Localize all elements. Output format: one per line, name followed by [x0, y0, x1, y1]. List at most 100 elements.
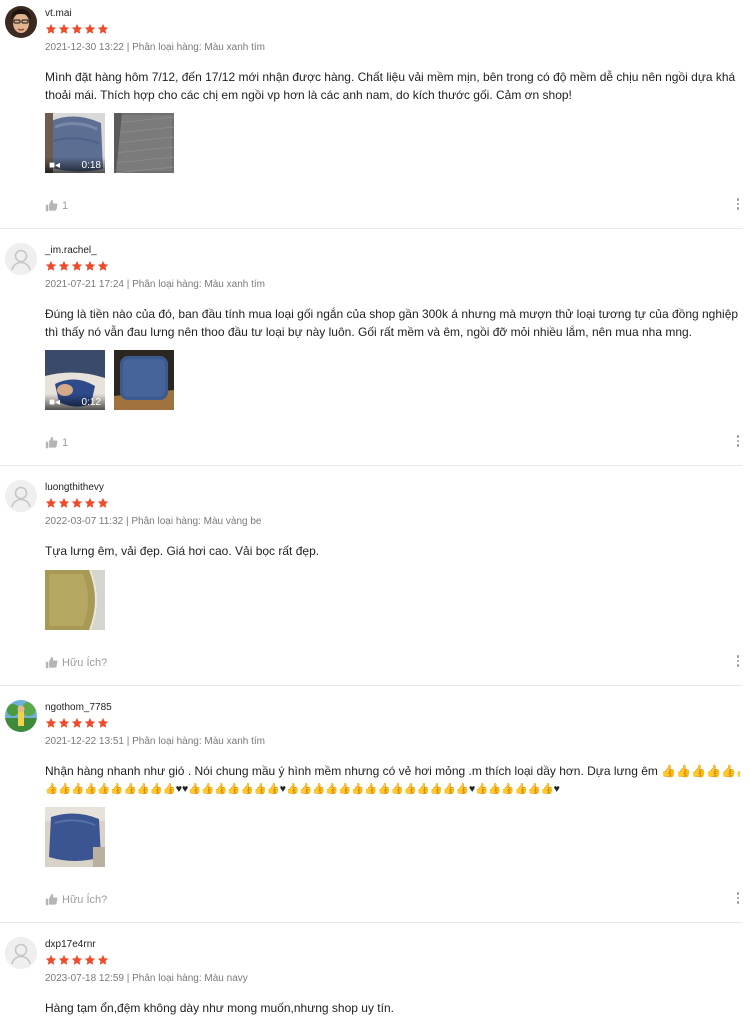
review-video-thumbnail[interactable]: ■◂ 0:12	[45, 350, 105, 410]
star-icon	[58, 260, 70, 272]
star-icon	[97, 23, 109, 35]
review-meta: 2021-07-21 17:24 | Phân loại hàng: Màu x…	[45, 279, 265, 290]
star-icon	[71, 23, 83, 35]
rating-stars	[45, 23, 109, 35]
review-media: ■◂ 0:18	[45, 113, 174, 173]
star-icon	[84, 497, 96, 509]
like-button[interactable]: 1	[45, 436, 68, 449]
avatar-photo-icon	[5, 6, 37, 38]
star-icon	[71, 717, 83, 729]
divider	[0, 922, 742, 923]
review-variation: Phân loại hàng: Màu navy	[132, 973, 248, 984]
avatar[interactable]	[5, 243, 37, 275]
more-options-button[interactable]	[734, 435, 742, 449]
star-icon	[71, 260, 83, 272]
avatar[interactable]	[5, 700, 37, 732]
review-item: ngothom_7785 2021-12-22 13:51 | Phân loạ…	[0, 694, 750, 923]
review-date: 2021-12-22 13:51	[45, 736, 124, 747]
like-button[interactable]: 1	[45, 199, 68, 212]
default-avatar-icon	[5, 243, 37, 275]
video-camera-icon: ■◂	[49, 159, 61, 171]
video-duration: 0:18	[81, 159, 101, 171]
divider	[0, 685, 742, 686]
star-icon	[84, 717, 96, 729]
avatar[interactable]	[5, 937, 37, 969]
review-item: luongthithevy 2022-03-07 11:32 | Phân lo…	[0, 474, 750, 686]
review-image-thumbnail[interactable]	[114, 350, 174, 410]
review-media	[45, 807, 105, 867]
cushion-image	[45, 807, 105, 867]
more-options-button[interactable]	[734, 892, 742, 906]
reviewer-name[interactable]: ngothom_7785	[45, 702, 112, 713]
divider	[0, 465, 742, 466]
star-icon	[45, 23, 57, 35]
review-meta: 2021-12-30 13:22 | Phân loại hàng: Màu x…	[45, 42, 265, 53]
helpful-button[interactable]: Hữu Ích?	[45, 656, 107, 669]
default-avatar-icon	[5, 937, 37, 969]
star-icon	[97, 497, 109, 509]
avatar-photo-icon	[5, 700, 37, 732]
review-meta: 2021-12-22 13:51 | Phân loại hàng: Màu x…	[45, 736, 265, 747]
reviewer-name[interactable]: vt.mai	[45, 8, 72, 19]
star-icon	[71, 954, 83, 966]
review-image-thumbnail[interactable]	[45, 807, 105, 867]
helpful-label: Hữu Ích?	[62, 656, 108, 669]
review-image-thumbnail[interactable]	[114, 113, 174, 173]
video-camera-icon: ■◂	[49, 396, 61, 408]
star-icon	[84, 23, 96, 35]
helpful-button[interactable]: Hữu Ích?	[45, 893, 107, 906]
star-icon	[45, 717, 57, 729]
review-date: 2021-12-30 13:22	[45, 42, 124, 53]
cushion-image	[114, 350, 174, 410]
review-item: dxp17e4rnr 2023-07-18 12:59 | Phân loại …	[0, 931, 750, 1021]
video-duration: 0:12	[81, 396, 101, 408]
thumbs-up-icon	[45, 893, 58, 906]
review-content: Đúng là tiền nào của đó, ban đầu tính mu…	[45, 307, 739, 339]
reviewer-name[interactable]: _im.rachel_	[45, 245, 97, 256]
divider	[0, 228, 742, 229]
star-icon	[97, 954, 109, 966]
review-date: 2022-03-07 11:32	[45, 516, 124, 527]
default-avatar-icon	[5, 480, 37, 512]
review-content: Mình đặt hàng hôm 7/12, đến 17/12 mới nh…	[45, 70, 736, 102]
video-overlay: ■◂ 0:12	[45, 394, 105, 410]
star-icon	[97, 260, 109, 272]
avatar[interactable]	[5, 480, 37, 512]
star-icon	[97, 717, 109, 729]
star-icon	[71, 497, 83, 509]
more-options-button[interactable]	[734, 198, 742, 212]
review-content: Hàng tạm ổn,đệm không dày như mong muốn,…	[45, 1001, 394, 1015]
star-icon	[84, 260, 96, 272]
review-item: vt.mai 2021-12-30 13:22 | Phân loại hàng…	[0, 0, 750, 229]
review-media: ■◂ 0:12	[45, 350, 174, 410]
fabric-image	[114, 113, 174, 173]
rating-stars	[45, 260, 109, 272]
star-icon	[45, 954, 57, 966]
more-options-button[interactable]	[734, 655, 742, 669]
star-icon	[84, 954, 96, 966]
review-content: Nhận hàng nhanh như gió . Nói chung mầu …	[45, 762, 740, 798]
star-icon	[58, 717, 70, 729]
review-video-thumbnail[interactable]: ■◂ 0:18	[45, 113, 105, 173]
reviewer-name[interactable]: luongthithevy	[45, 482, 104, 493]
rating-stars	[45, 497, 109, 509]
helpful-label: Hữu Ích?	[62, 893, 108, 906]
review-date: 2023-07-18 12:59	[45, 973, 124, 984]
star-icon	[58, 497, 70, 509]
avatar[interactable]	[5, 6, 37, 38]
review-image-thumbnail[interactable]	[45, 570, 105, 630]
thumbs-up-icon	[45, 656, 58, 669]
rating-stars	[45, 717, 109, 729]
review-content-line: Nhận hàng nhanh như gió . Nói chung mầu …	[45, 764, 740, 778]
review-content-line: 👍👍👍👍👍👍👍👍👍👍♥♥👍👍👍👍👍👍👍♥👍👍👍👍👍👍👍👍👍👍👍👍👍👍♥👍👍👍👍👍…	[45, 783, 560, 795]
like-count: 1	[62, 436, 69, 449]
video-overlay: ■◂ 0:18	[45, 157, 105, 173]
star-icon	[58, 23, 70, 35]
thumbs-up-icon	[45, 436, 58, 449]
reviewer-name[interactable]: dxp17e4rnr	[45, 939, 96, 950]
review-variation: Phân loại hàng: Màu xanh tím	[132, 42, 265, 53]
star-icon	[45, 260, 57, 272]
thumbs-up-icon	[45, 199, 58, 212]
review-variation: Phân loại hàng: Màu xanh tím	[132, 736, 265, 747]
cushion-image	[45, 570, 105, 630]
